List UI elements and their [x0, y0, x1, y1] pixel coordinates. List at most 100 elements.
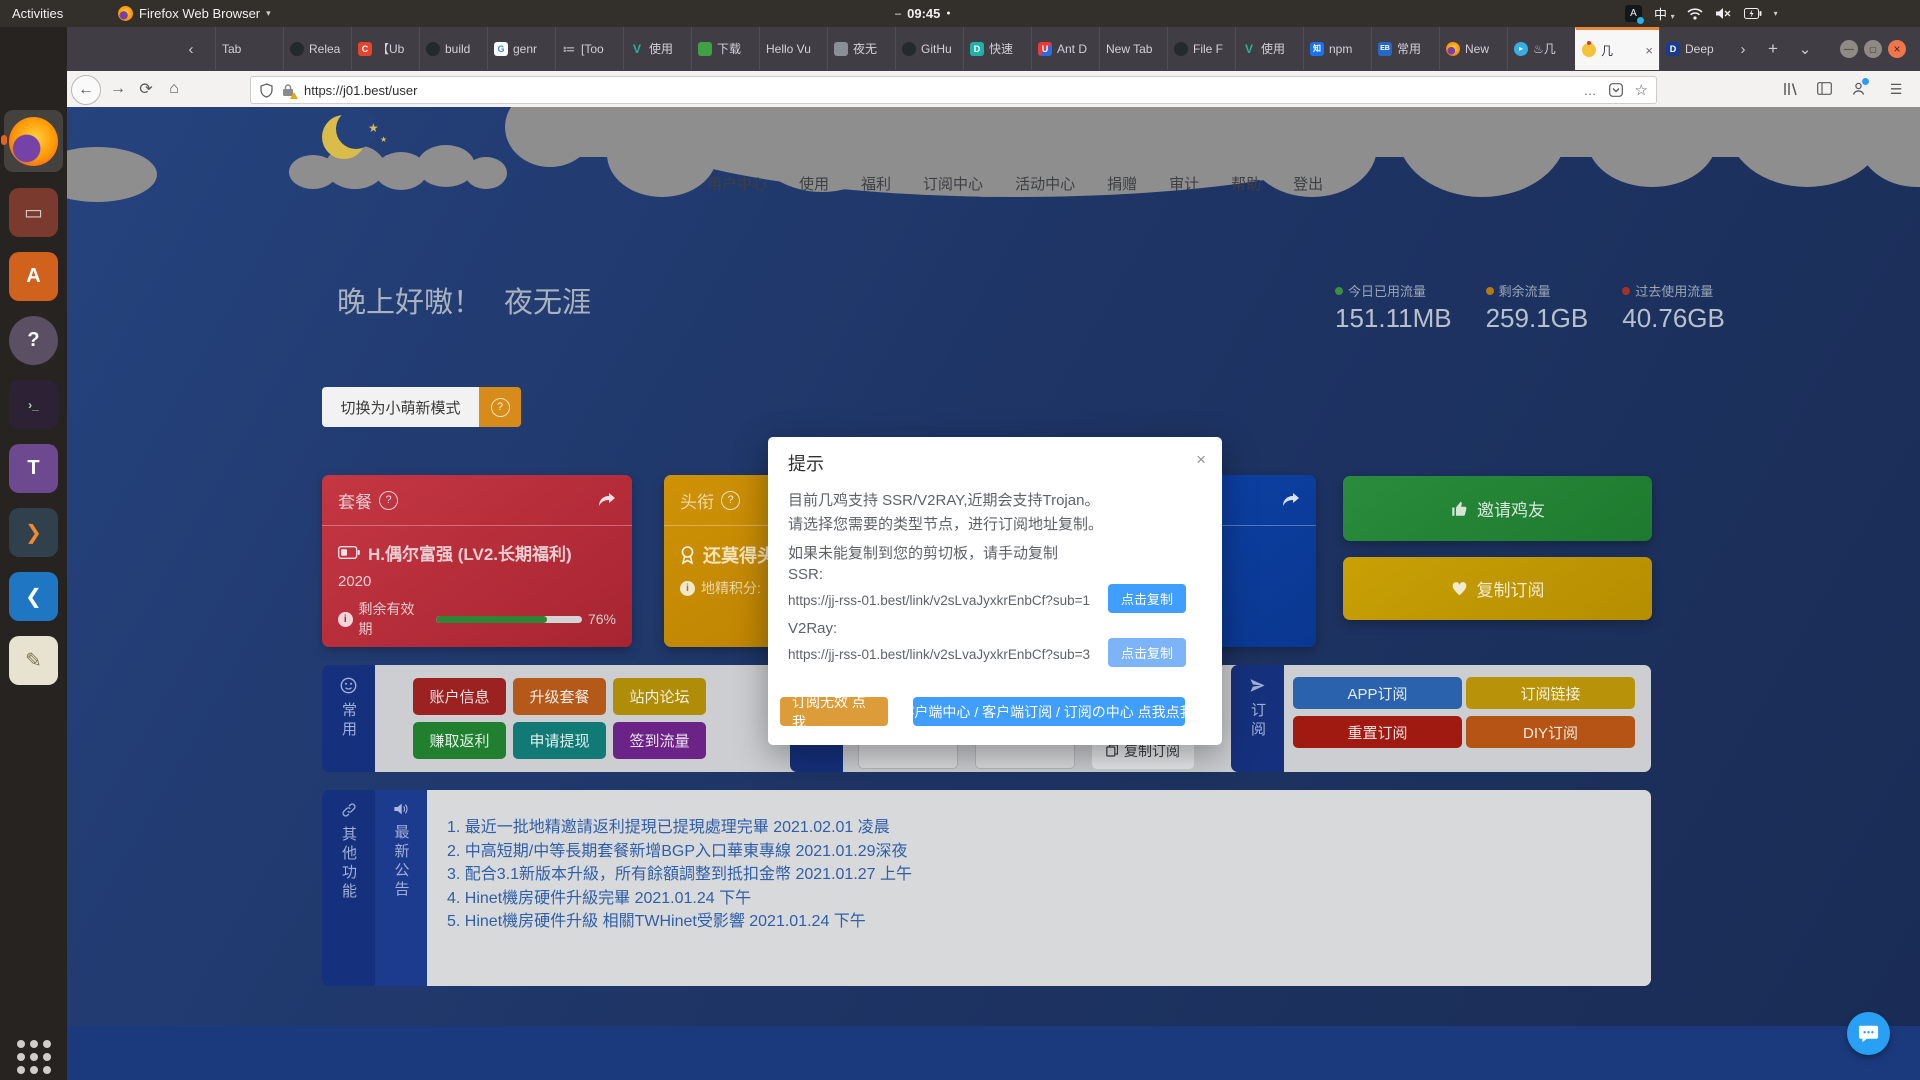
nav-usage[interactable]: 使用: [799, 173, 829, 194]
checkin-traffic-button[interactable]: 签到流量: [613, 722, 706, 759]
dock-feather-app-icon[interactable]: ❯: [9, 508, 58, 557]
dock-firefox-icon[interactable]: [9, 117, 58, 166]
app-menu[interactable]: Firefox Web Browser ▾: [118, 0, 271, 27]
browser-tab[interactable]: Ggenr: [487, 27, 555, 70]
reset-subscribe-button[interactable]: 重置订阅: [1293, 716, 1462, 748]
close-button[interactable]: ×: [1888, 40, 1906, 58]
invite-friends-button[interactable]: 邀请鸡友: [1343, 476, 1652, 541]
share-icon[interactable]: [598, 492, 616, 508]
maximize-button[interactable]: ▢: [1864, 40, 1882, 58]
tab-scroll-left-button[interactable]: ‹: [179, 37, 203, 61]
question-icon[interactable]: ?: [379, 491, 398, 510]
dock-notes-icon[interactable]: ✎: [9, 636, 58, 685]
browser-tab[interactable]: 下载: [691, 27, 759, 70]
nav-user-center[interactable]: 用户中心: [707, 173, 767, 194]
app-subscribe-button[interactable]: APP订阅: [1293, 677, 1462, 709]
subscribe-link-button[interactable]: 订阅链接: [1466, 677, 1635, 709]
browser-tab[interactable]: ≔[Too: [555, 27, 623, 70]
nav-help[interactable]: 帮助: [1231, 173, 1261, 194]
common-functions-tab[interactable]: 常用: [322, 665, 375, 772]
chat-widget-button[interactable]: [1847, 1012, 1890, 1055]
dialog-close-icon[interactable]: ×: [1196, 450, 1206, 470]
browser-tab[interactable]: V使用: [623, 27, 691, 70]
battery-icon[interactable]: [1744, 8, 1762, 19]
account-info-button[interactable]: 账户信息: [413, 678, 506, 715]
browser-tab[interactable]: Hello Vu: [759, 27, 827, 70]
browser-tab[interactable]: D快速: [963, 27, 1031, 70]
browser-tab[interactable]: DDeep: [1659, 27, 1727, 70]
pocket-icon[interactable]: [1609, 83, 1623, 97]
sidebar-toggle-icon[interactable]: [1817, 82, 1832, 95]
minimize-button[interactable]: —: [1840, 40, 1858, 58]
forward-button[interactable]: →: [107, 78, 129, 100]
browser-tab[interactable]: UAnt D: [1031, 27, 1099, 70]
bookmark-star-icon[interactable]: ☆: [1635, 81, 1648, 99]
nav-welfare[interactable]: 福利: [861, 173, 891, 194]
hamburger-menu-icon[interactable]: ☰: [1885, 78, 1907, 100]
nav-donate[interactable]: 捐赠: [1107, 173, 1137, 194]
earn-rebate-button[interactable]: 赚取返利: [413, 722, 506, 759]
library-icon[interactable]: [1783, 82, 1799, 96]
subscription-invalid-button[interactable]: 订阅无效 点我: [780, 697, 888, 726]
announcement-link[interactable]: 1. 最近一批地精邀請返利提現已提現處理完畢 2021.02.01 凌晨: [447, 816, 1651, 840]
wifi-icon[interactable]: [1687, 7, 1703, 20]
browser-tab[interactable]: 夜无: [827, 27, 895, 70]
nav-logout[interactable]: 登出: [1293, 173, 1323, 194]
nav-audit[interactable]: 审计: [1169, 173, 1199, 194]
show-applications-button[interactable]: [17, 1040, 51, 1074]
tab-scroll-right-button[interactable]: ›: [1731, 37, 1755, 61]
screenshot-tool-icon[interactable]: A: [1625, 5, 1642, 22]
browser-tab[interactable]: File F: [1167, 27, 1235, 70]
dock-software-icon[interactable]: A: [9, 252, 58, 301]
back-button[interactable]: ←: [71, 75, 101, 105]
announcement-link[interactable]: 2. 中高短期/中等長期套餐新增BGP入口華東專線 2021.01.29深夜: [447, 840, 1651, 864]
url-bar[interactable]: https://j01.best/user … ☆: [250, 76, 1657, 104]
mode-help-button[interactable]: ?: [479, 387, 521, 427]
browser-tab[interactable]: Relea: [283, 27, 351, 70]
mode-toggle-button[interactable]: 切换为小萌新模式: [322, 387, 479, 427]
v2ray-copy-button[interactable]: 点击复制: [1108, 638, 1186, 667]
latest-news-tab[interactable]: 最新公告: [375, 790, 427, 986]
new-tab-button[interactable]: +: [1761, 37, 1785, 61]
browser-tab[interactable]: New: [1439, 27, 1507, 70]
browser-tab[interactable]: C【Ub: [351, 27, 419, 70]
diy-subscribe-button[interactable]: DIY订阅: [1466, 716, 1635, 748]
home-button[interactable]: ⌂: [163, 78, 185, 100]
url-text[interactable]: https://j01.best/user: [304, 83, 1584, 98]
page-actions-icon[interactable]: …: [1584, 83, 1597, 98]
copy-subscription-button[interactable]: 复制订阅: [1343, 557, 1652, 620]
browser-tab[interactable]: V使用: [1235, 27, 1303, 70]
tracking-protection-shield-icon[interactable]: [260, 83, 273, 98]
reload-button[interactable]: ⟳: [135, 78, 157, 100]
dock-help-icon[interactable]: ?: [9, 316, 58, 365]
browser-tab-active[interactable]: 几 ×: [1575, 27, 1659, 70]
withdraw-button[interactable]: 申请提现: [513, 722, 606, 759]
browser-tab[interactable]: 知npm: [1303, 27, 1371, 70]
dock-terminal-icon[interactable]: ›_: [9, 380, 58, 429]
share-icon[interactable]: [1282, 492, 1300, 508]
activities-button[interactable]: Activities: [12, 0, 63, 27]
browser-tab[interactable]: Tab: [215, 27, 283, 70]
browser-tab[interactable]: New Tab: [1099, 27, 1167, 70]
dock-archive-icon[interactable]: ▭: [9, 188, 58, 237]
announcement-link[interactable]: 4. Hinet機房硬件升級完畢 2021.01.24 下午: [447, 887, 1651, 911]
forum-button[interactable]: 站内论坛: [613, 678, 706, 715]
announcement-link[interactable]: 5. Hinet機房硬件升級 相關TWHinet受影響 2021.01.24 下…: [447, 910, 1651, 934]
ssr-copy-button[interactable]: 点击复制: [1108, 584, 1186, 613]
dock-text-editor-icon[interactable]: T: [9, 444, 58, 493]
browser-tab[interactable]: build: [419, 27, 487, 70]
v2ray-url[interactable]: https://jj-rss-01.best/link/v2sLvaJyxkrE…: [788, 647, 1090, 662]
account-icon[interactable]: [1851, 81, 1866, 96]
tab-close-icon[interactable]: ×: [1645, 43, 1653, 58]
question-icon[interactable]: ?: [721, 491, 740, 510]
lock-warning-icon[interactable]: [282, 83, 294, 97]
clock[interactable]: ‒ 09:45 ●: [895, 0, 951, 27]
browser-tab[interactable]: EB常用: [1371, 27, 1439, 70]
system-menu-caret-icon[interactable]: ▾: [1774, 9, 1778, 18]
input-method-indicator[interactable]: 中 ▾: [1654, 4, 1675, 23]
browser-tab[interactable]: GitHu: [895, 27, 963, 70]
volume-muted-icon[interactable]: [1715, 7, 1732, 20]
browser-tab[interactable]: ▸♨几: [1507, 27, 1575, 70]
ssr-url[interactable]: https://jj-rss-01.best/link/v2sLvaJyxkrE…: [788, 593, 1090, 608]
nav-activity-center[interactable]: 活动中心: [1015, 173, 1075, 194]
